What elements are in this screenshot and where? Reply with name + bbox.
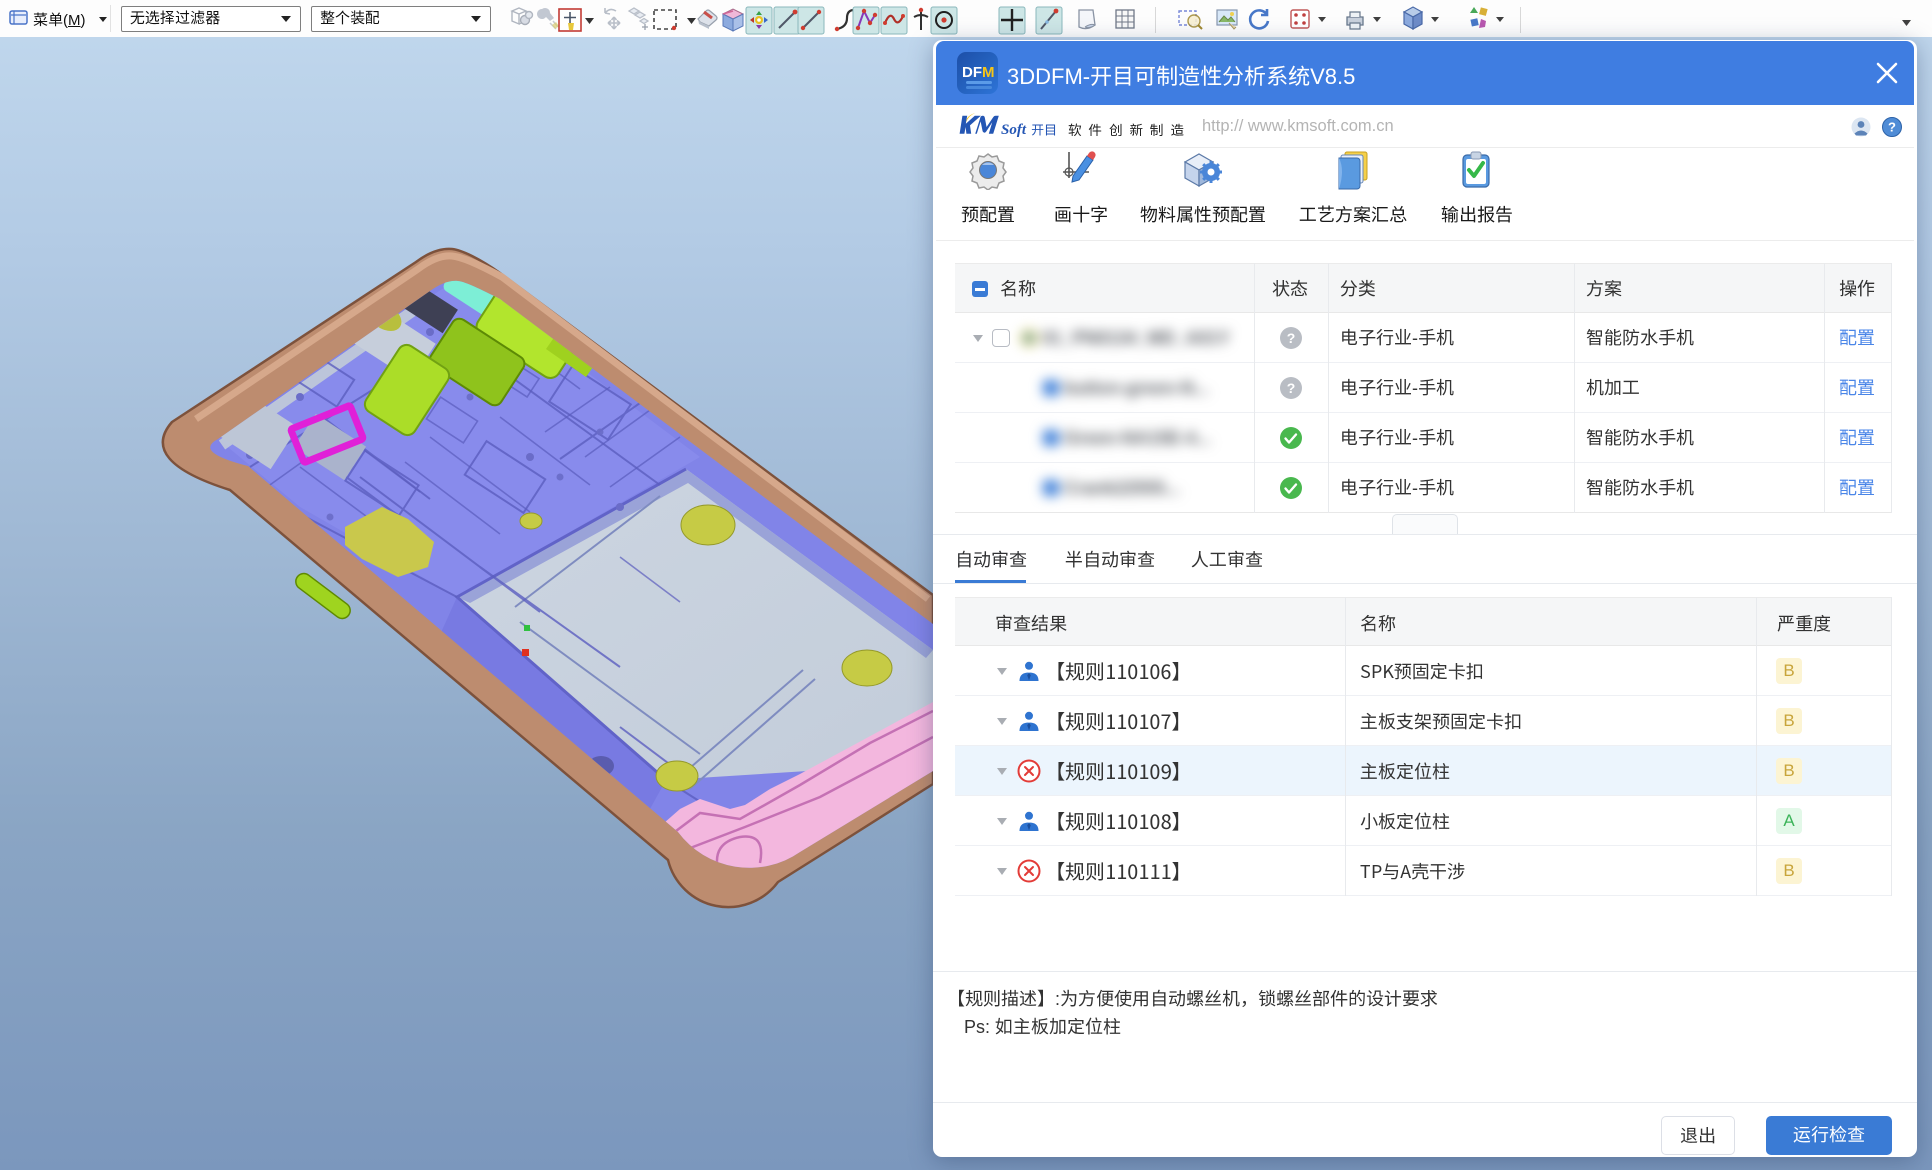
svg-text:?: ? xyxy=(1287,380,1296,396)
svg-text:?: ? xyxy=(1287,330,1296,346)
svg-text:?: ? xyxy=(1888,120,1896,135)
svg-text:Soft: Soft xyxy=(1001,122,1027,138)
svg-text:开目: 开目 xyxy=(1031,120,1057,139)
